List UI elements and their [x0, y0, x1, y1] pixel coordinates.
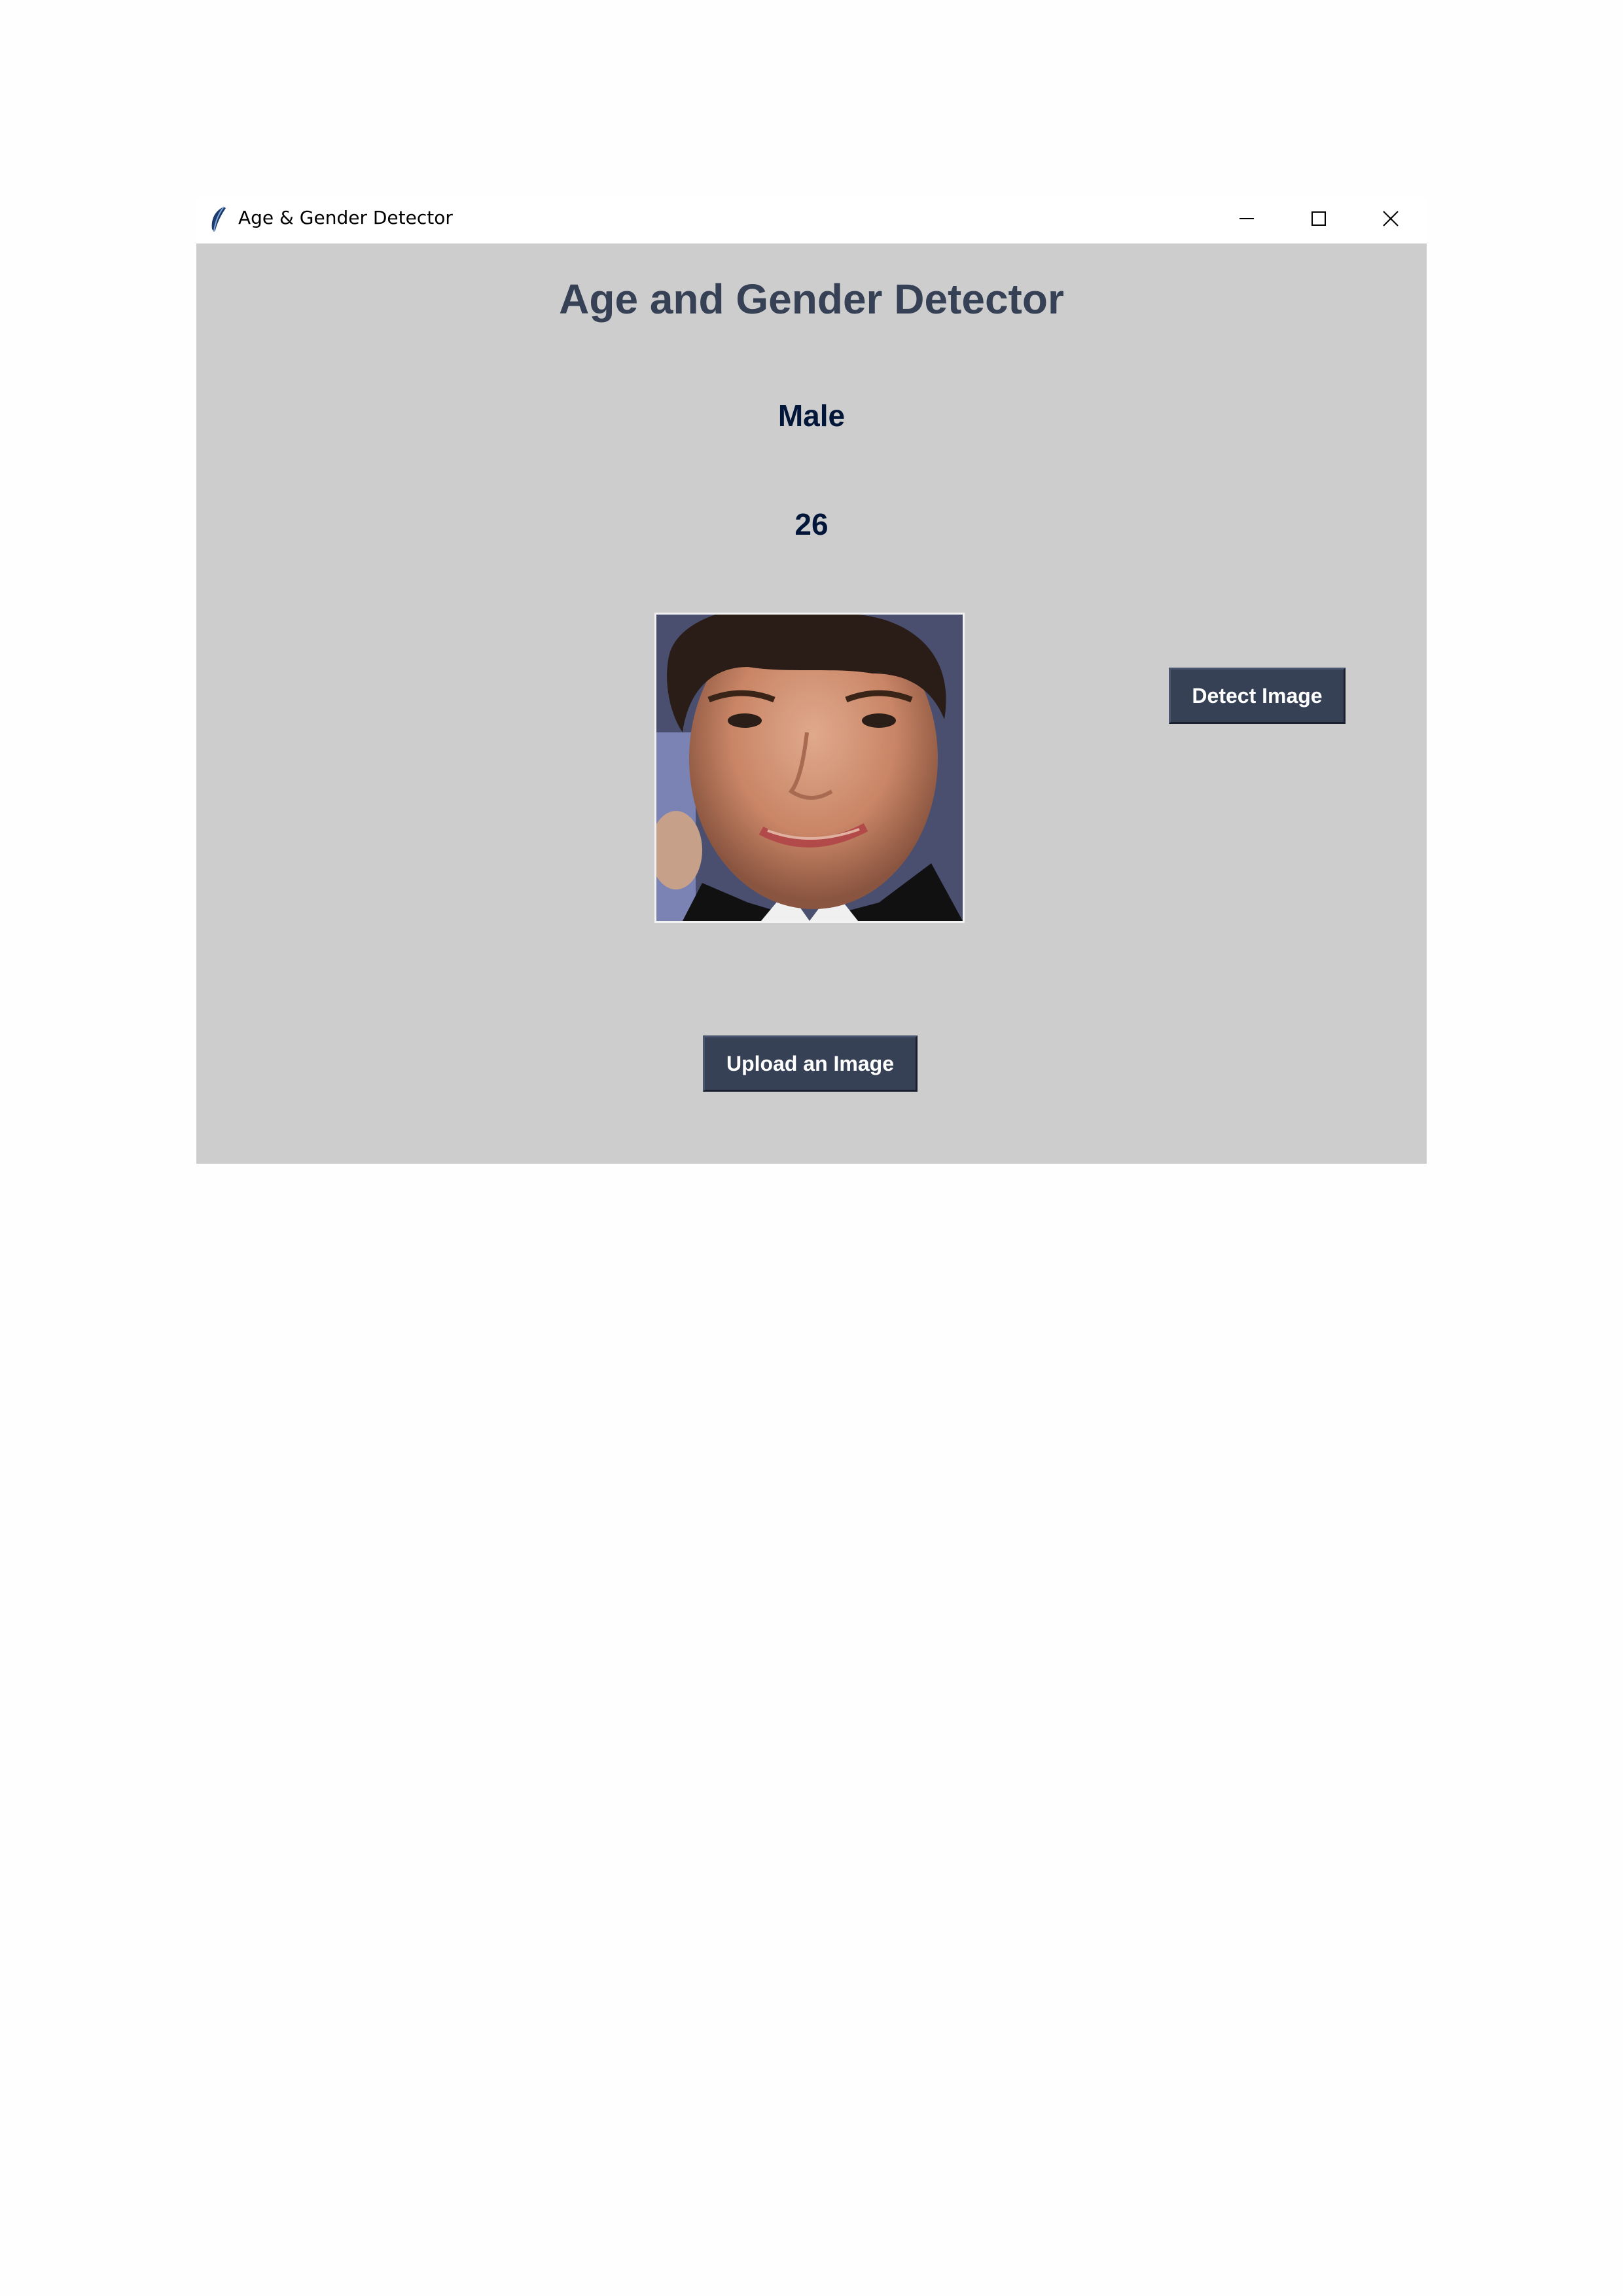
maximize-button[interactable] [1283, 196, 1355, 243]
page-title: Age and Gender Detector [559, 276, 1064, 323]
detect-image-button[interactable]: Detect Image [1169, 668, 1346, 724]
minimize-button[interactable] [1211, 196, 1283, 243]
close-button[interactable] [1355, 196, 1427, 243]
minimize-icon [1239, 211, 1255, 230]
uploaded-face-image [654, 613, 965, 923]
title-bar[interactable]: Age & Gender Detector [196, 196, 1427, 243]
feather-icon [208, 206, 228, 233]
close-icon [1382, 210, 1399, 230]
gender-result-label: Male [777, 399, 846, 433]
maximize-icon [1311, 211, 1327, 230]
upload-image-button[interactable]: Upload an Image [703, 1035, 918, 1092]
window-title: Age & Gender Detector [238, 207, 453, 228]
age-result-label: 26 [794, 507, 829, 541]
main-panel: Age and Gender Detector Male 26 Detect I… [196, 243, 1427, 1164]
app-window: Age & Gender Detector Age and Gender Det… [196, 196, 1427, 1164]
